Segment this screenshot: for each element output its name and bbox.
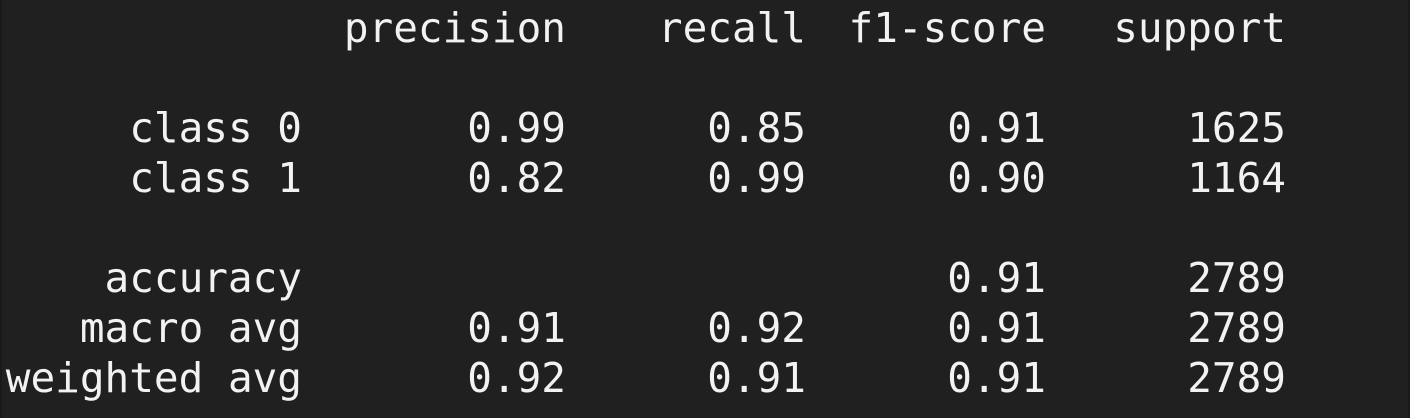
f1-score-value: 0.91 <box>947 304 1046 352</box>
header-precision: precision <box>343 4 566 52</box>
report-header-row: precision recall f1-score support <box>2 3 1410 53</box>
table-row: class 1 0.82 0.99 0.90 1164 <box>2 153 1410 203</box>
support-value: 2789 <box>1187 304 1286 352</box>
recall-value: 0.91 <box>707 354 806 402</box>
table-row: class 0 0.99 0.85 0.91 1625 <box>2 103 1410 153</box>
support-value: 2789 <box>1187 254 1286 302</box>
accuracy-row: accuracy 0.91 2789 <box>2 253 1410 303</box>
support-value: 1625 <box>1187 104 1286 152</box>
f1-score-value: 0.90 <box>947 154 1046 202</box>
row-label: weighted avg <box>5 354 302 402</box>
precision-value: 0.99 <box>467 104 566 152</box>
support-value: 2789 <box>1187 354 1286 402</box>
row-label: class 0 <box>129 104 302 152</box>
f1-score-value: 0.91 <box>947 104 1046 152</box>
header-recall: recall <box>657 4 806 52</box>
header-support: support <box>1113 4 1286 52</box>
terminal-output: precision recall f1-score support class … <box>0 0 1410 418</box>
recall-value: 0.92 <box>707 304 806 352</box>
f1-score-value: 0.91 <box>947 254 1046 302</box>
weighted-avg-row: weighted avg 0.92 0.91 0.91 2789 <box>2 353 1410 403</box>
header-f1-score: f1-score <box>848 4 1046 52</box>
macro-avg-row: macro avg 0.91 0.92 0.91 2789 <box>2 303 1410 353</box>
precision-value: 0.82 <box>467 154 566 202</box>
f1-score-value: 0.91 <box>947 354 1046 402</box>
support-value: 1164 <box>1187 154 1286 202</box>
row-label: accuracy <box>104 254 302 302</box>
precision-value: 0.91 <box>467 304 566 352</box>
precision-value: 0.92 <box>467 354 566 402</box>
recall-value: 0.85 <box>707 104 806 152</box>
recall-value: 0.99 <box>707 154 806 202</box>
row-label: macro avg <box>79 304 302 352</box>
row-label: class 1 <box>129 154 302 202</box>
